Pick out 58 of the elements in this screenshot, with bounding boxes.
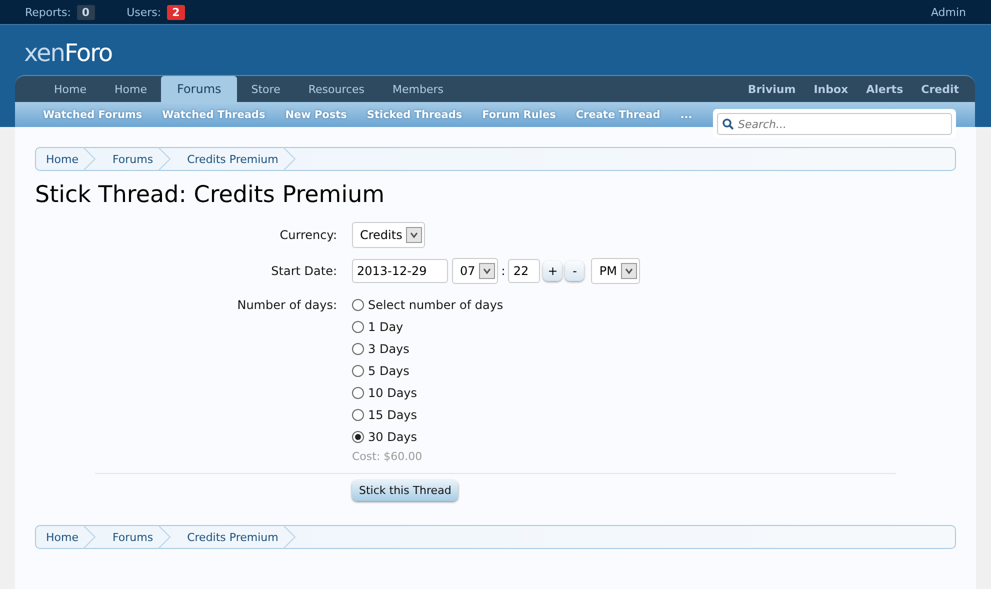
radio-label[interactable]: Select number of days (368, 298, 504, 312)
nav-link[interactable]: Brivium (738, 76, 805, 102)
nav-link[interactable]: Credit (912, 76, 968, 102)
minute-field[interactable]: 22 (508, 259, 540, 283)
radio-button[interactable] (352, 387, 364, 399)
account-link[interactable]: Admin (930, 6, 966, 18)
radio-button[interactable] (352, 431, 364, 443)
radio-label[interactable]: 3 Days (368, 342, 410, 356)
chevron-icon (82, 525, 96, 549)
radio-label[interactable]: 15 Days (368, 408, 418, 422)
date-field[interactable]: 2013-12-29 (352, 259, 448, 283)
logo[interactable]: xenForo (24, 39, 112, 67)
search-icon (722, 118, 734, 130)
radio-button[interactable] (352, 343, 364, 355)
nav-tab[interactable]: Store (237, 76, 294, 102)
users-count[interactable]: 2 (167, 4, 185, 20)
form-label: Currency: (278, 228, 338, 242)
breadcrumb-link[interactable]: Credits Premium (177, 526, 294, 548)
radio-button[interactable] (352, 409, 364, 421)
radio-label[interactable]: 5 Days (368, 364, 410, 378)
nav-tab[interactable]: Forums (160, 76, 238, 102)
chevron-icon (282, 147, 296, 171)
submit-button[interactable]: Stick this Thread (352, 480, 458, 501)
form-label: Start Date: (270, 264, 338, 278)
reports-label: Reports: (25, 6, 71, 18)
chevron-icon (282, 525, 296, 549)
breadcrumb-link[interactable]: Home (36, 148, 94, 170)
radio-button[interactable] (352, 299, 364, 311)
breadcrumb-link[interactable]: Credits Premium (177, 148, 294, 170)
increment-button[interactable]: + (543, 261, 562, 281)
decrement-button[interactable]: - (565, 261, 584, 281)
nav-link[interactable]: Inbox (804, 76, 858, 102)
breadcrumb-link[interactable]: Forums (102, 148, 170, 170)
nav-tab[interactable]: Members (378, 76, 458, 102)
chevron-icon (157, 525, 172, 549)
radio-button[interactable] (352, 321, 364, 333)
nav-tab[interactable]: Home (40, 76, 100, 102)
currency-select[interactable]: Credits (352, 222, 426, 248)
breadcrumb-link[interactable]: Forums (102, 526, 170, 548)
form-label: Number of days: (236, 298, 338, 312)
time-separator: : (501, 264, 506, 278)
chevron-icon (157, 147, 172, 171)
radio-button[interactable] (352, 365, 364, 377)
ampm-select[interactable]: PM (591, 258, 640, 284)
search-field[interactable]: Search... (717, 113, 952, 135)
radio-label[interactable]: 10 Days (368, 386, 418, 400)
page-title: Stick Thread: Credits Premium (35, 182, 386, 208)
radio-label[interactable]: 30 Days (368, 430, 418, 444)
nav-link[interactable]: Alerts (857, 76, 912, 102)
radio-label[interactable]: 1 Day (368, 320, 404, 334)
cost-text: Cost: $60.00 (352, 450, 424, 463)
nav-tab[interactable]: Home (100, 76, 161, 102)
hour-select[interactable]: 07 (452, 258, 498, 284)
reports-count[interactable]: 0 (76, 4, 95, 20)
breadcrumb-link[interactable]: Home (36, 526, 94, 548)
nav-tab[interactable]: Resources (294, 76, 379, 102)
users-label: Users: (126, 6, 162, 18)
chevron-icon (82, 147, 96, 171)
